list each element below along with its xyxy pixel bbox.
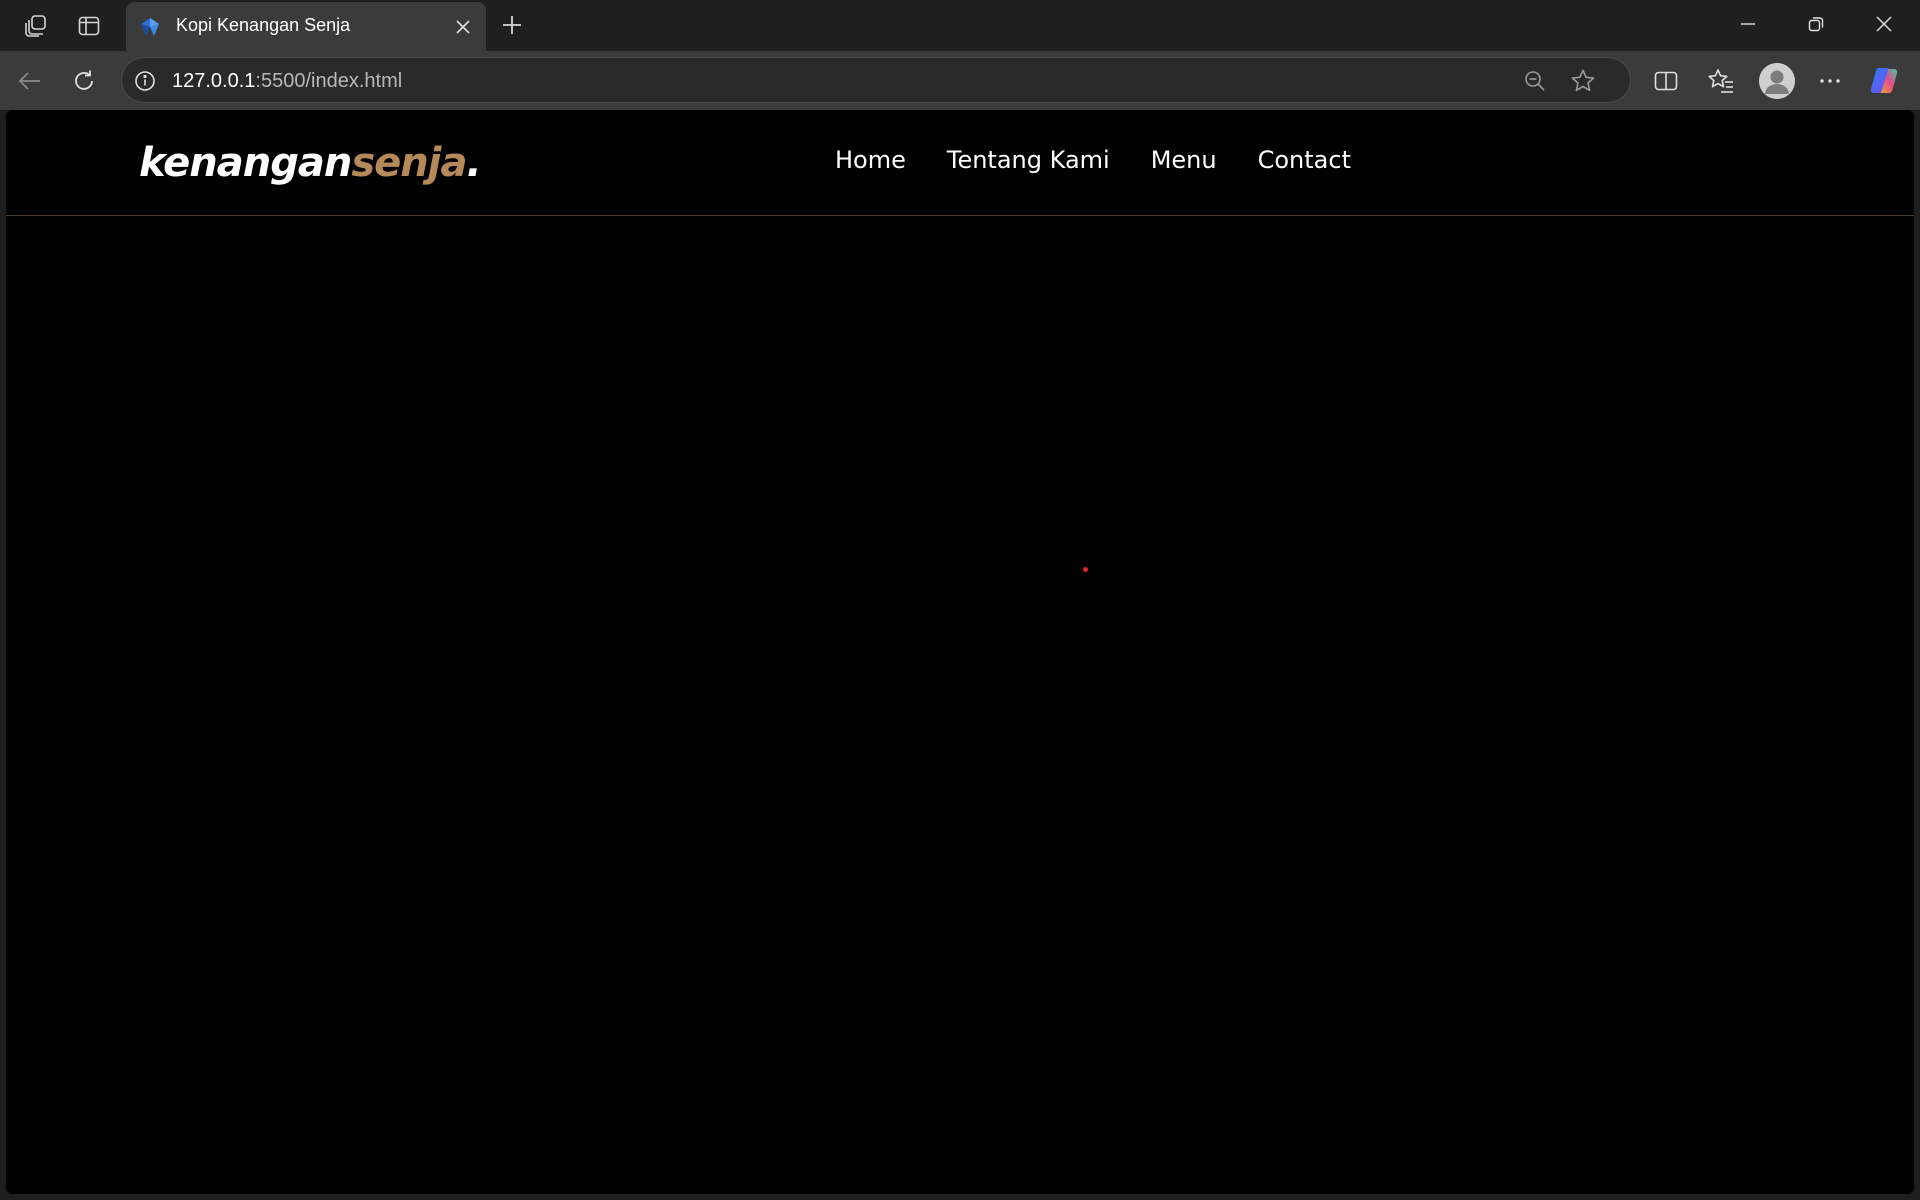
refresh-icon[interactable] [66, 63, 102, 99]
minimize-icon[interactable] [1714, 0, 1782, 48]
split-screen-icon[interactable] [1648, 63, 1684, 99]
restore-icon[interactable] [1782, 0, 1850, 48]
logo-part-senja: senja [351, 140, 467, 186]
plus-icon[interactable] [496, 9, 528, 41]
page-viewport: kenangansenja. Home Tentang Kami Menu Co… [6, 110, 1914, 1194]
active-tab[interactable]: Kopi Kenangan Senja [126, 2, 486, 51]
copilot-icon[interactable] [1867, 63, 1903, 99]
vscode-live-server-favicon-icon [138, 15, 162, 39]
browser-toolbar: 127.0.0.1:5500/index.html [0, 51, 1920, 110]
url-text[interactable]: 127.0.0.1:5500/index.html [172, 70, 402, 93]
tab-actions-icon[interactable] [73, 10, 105, 42]
site-navbar: kenangansenja. Home Tentang Kami Menu Co… [6, 110, 1914, 216]
nav-link-tentang-kami[interactable]: Tentang Kami [947, 146, 1110, 174]
nav-link-contact[interactable]: Contact [1258, 146, 1351, 174]
logo-dot: . [466, 140, 481, 186]
url-path: :5500/index.html [255, 70, 403, 92]
cursor-dot [1083, 567, 1088, 572]
logo-part-kenangan: kenangan [139, 140, 352, 186]
back-arrow-icon[interactable] [12, 63, 48, 99]
favorites-icon[interactable] [1703, 63, 1739, 99]
nav-link-home[interactable]: Home [835, 146, 906, 174]
star-icon[interactable] [1568, 66, 1598, 96]
site-logo[interactable]: kenangansenja. [139, 140, 482, 186]
workspaces-icon[interactable] [20, 10, 52, 42]
close-window-icon[interactable] [1850, 0, 1918, 48]
nav-links: Home Tentang Kami Menu Contact [835, 146, 1351, 174]
browser-tab-bar: Kopi Kenangan Senja [0, 0, 1920, 51]
profile-icon[interactable] [1759, 63, 1795, 99]
address-bar[interactable]: 127.0.0.1:5500/index.html [121, 57, 1631, 103]
tab-title: Kopi Kenangan Senja [176, 15, 351, 35]
nav-link-menu[interactable]: Menu [1151, 146, 1217, 174]
more-icon[interactable] [1812, 63, 1848, 99]
zoom-out-icon[interactable] [1520, 66, 1550, 96]
url-host: 127.0.0.1 [172, 70, 256, 92]
info-icon[interactable] [132, 68, 158, 94]
close-icon[interactable] [450, 14, 476, 40]
